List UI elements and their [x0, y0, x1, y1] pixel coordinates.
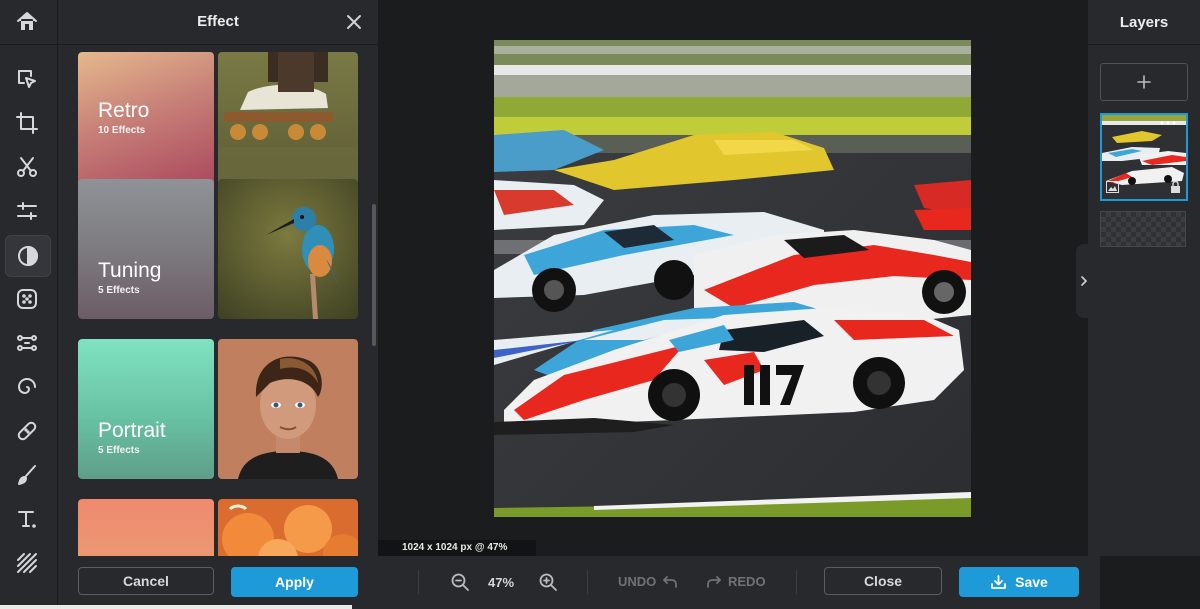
layers-panel-header: Layers [1088, 0, 1200, 45]
effect-category-next[interactable] [78, 499, 358, 556]
category-count: 5 Effects [98, 285, 140, 296]
undo-label: UNDO [618, 574, 657, 589]
bandage-icon [17, 421, 37, 441]
effect-category-portrait[interactable]: Portrait 5 Effects [78, 339, 358, 479]
save-label: Save [1015, 574, 1048, 590]
category-swatch [78, 499, 214, 556]
plus-icon [1137, 75, 1151, 89]
swirl-icon [18, 378, 36, 394]
hatch-icon [17, 553, 37, 573]
layers-title: Layers [1119, 14, 1169, 31]
category-name: Portrait [98, 419, 166, 442]
draw-tool-button[interactable] [5, 455, 49, 495]
effect-panel-footer: Cancel Apply [58, 556, 378, 609]
pattern-tool-button[interactable] [5, 543, 49, 583]
close-editor-button[interactable]: Close [824, 567, 942, 595]
undo-button[interactable]: UNDO [618, 574, 678, 589]
cancel-button[interactable]: Cancel [78, 567, 214, 595]
lock-icon[interactable] [1170, 181, 1181, 193]
chevron-right-icon [1081, 276, 1087, 286]
category-preview-image [218, 339, 358, 479]
home-icon [17, 12, 37, 30]
close-icon [347, 15, 361, 29]
home-button[interactable] [5, 2, 49, 42]
sliders-icon [17, 202, 37, 220]
redo-button[interactable]: REDO [706, 574, 766, 589]
zoom-level: 47% [488, 575, 515, 590]
toolbar-divider [796, 570, 797, 594]
zoom-out-icon [451, 573, 469, 591]
adjust-tool-button[interactable] [5, 191, 49, 231]
zoom-in-icon [539, 573, 557, 591]
canvas-stage: 1024 x 1024 px @ 47% [378, 0, 1088, 556]
texture-tool-button[interactable] [5, 279, 49, 319]
category-preview-image [218, 179, 358, 319]
effect-category-tuning[interactable]: Tuning 5 Effects [78, 179, 358, 319]
tool-rail [0, 0, 58, 609]
download-icon [991, 575, 1007, 589]
zoom-out-button[interactable] [450, 572, 470, 592]
layers-panel: Layers [1088, 0, 1200, 556]
category-count: 5 Effects [98, 445, 140, 456]
layer-item-transparent[interactable] [1100, 211, 1186, 247]
toolbar-divider [418, 570, 419, 594]
contrast-icon [18, 246, 38, 266]
undo-icon [663, 575, 678, 588]
panel-scrollbar-thumb[interactable] [372, 204, 376, 346]
elements-tool-button[interactable] [5, 323, 49, 363]
rail-divider [0, 44, 57, 45]
image-dimensions-label: 1024 x 1024 px @ 47% [378, 540, 536, 556]
redo-icon [707, 575, 721, 588]
zoom-in-button[interactable] [538, 572, 558, 592]
text-icon [18, 511, 36, 528]
effect-panel-header: Effect [58, 0, 378, 45]
category-swatch [78, 179, 214, 319]
layers-collapse-toggle[interactable] [1076, 244, 1092, 318]
redo-label: REDO [728, 574, 766, 589]
select-icon [18, 70, 36, 88]
crop-tool-button[interactable] [5, 103, 49, 143]
crop-icon [16, 112, 38, 134]
close-panel-button[interactable] [344, 12, 364, 32]
effect-tool-button[interactable] [5, 235, 51, 277]
cut-tool-button[interactable] [5, 147, 49, 187]
swirl-tool-button[interactable] [5, 367, 49, 407]
save-button[interactable]: Save [959, 567, 1079, 597]
category-name: Retro [98, 99, 150, 122]
select-tool-button[interactable] [5, 59, 49, 99]
retouch-tool-button[interactable] [5, 411, 49, 451]
scissors-icon [17, 157, 37, 177]
layer-item-image[interactable] [1100, 113, 1188, 201]
nodes-icon [17, 335, 37, 351]
effect-category-list: Retro 10 Effects Tuning 5 Effects Portra… [58, 45, 378, 556]
category-name: Tuning [98, 259, 162, 282]
panel-title: Effect [197, 13, 239, 30]
effect-category-retro[interactable]: Retro 10 Effects [78, 52, 358, 192]
bottom-toolbar: 47% UNDO REDO Close Save [378, 556, 1100, 609]
effect-panel: Effect Retro 10 Effects Tuning 5 Effects… [58, 0, 378, 609]
canvas-image[interactable] [494, 40, 971, 517]
category-preview-image [218, 499, 358, 556]
text-tool-button[interactable] [5, 499, 49, 539]
add-layer-button[interactable] [1100, 63, 1188, 101]
toolbar-divider [587, 570, 588, 594]
category-count: 10 Effects [98, 125, 146, 136]
window-bottom-edge [0, 605, 352, 609]
dots-grid-icon [17, 289, 37, 309]
brush-icon [18, 465, 36, 485]
category-preview-image [218, 52, 358, 192]
image-layer-icon [1106, 181, 1119, 193]
apply-button[interactable]: Apply [231, 567, 358, 597]
category-swatch [78, 339, 214, 479]
